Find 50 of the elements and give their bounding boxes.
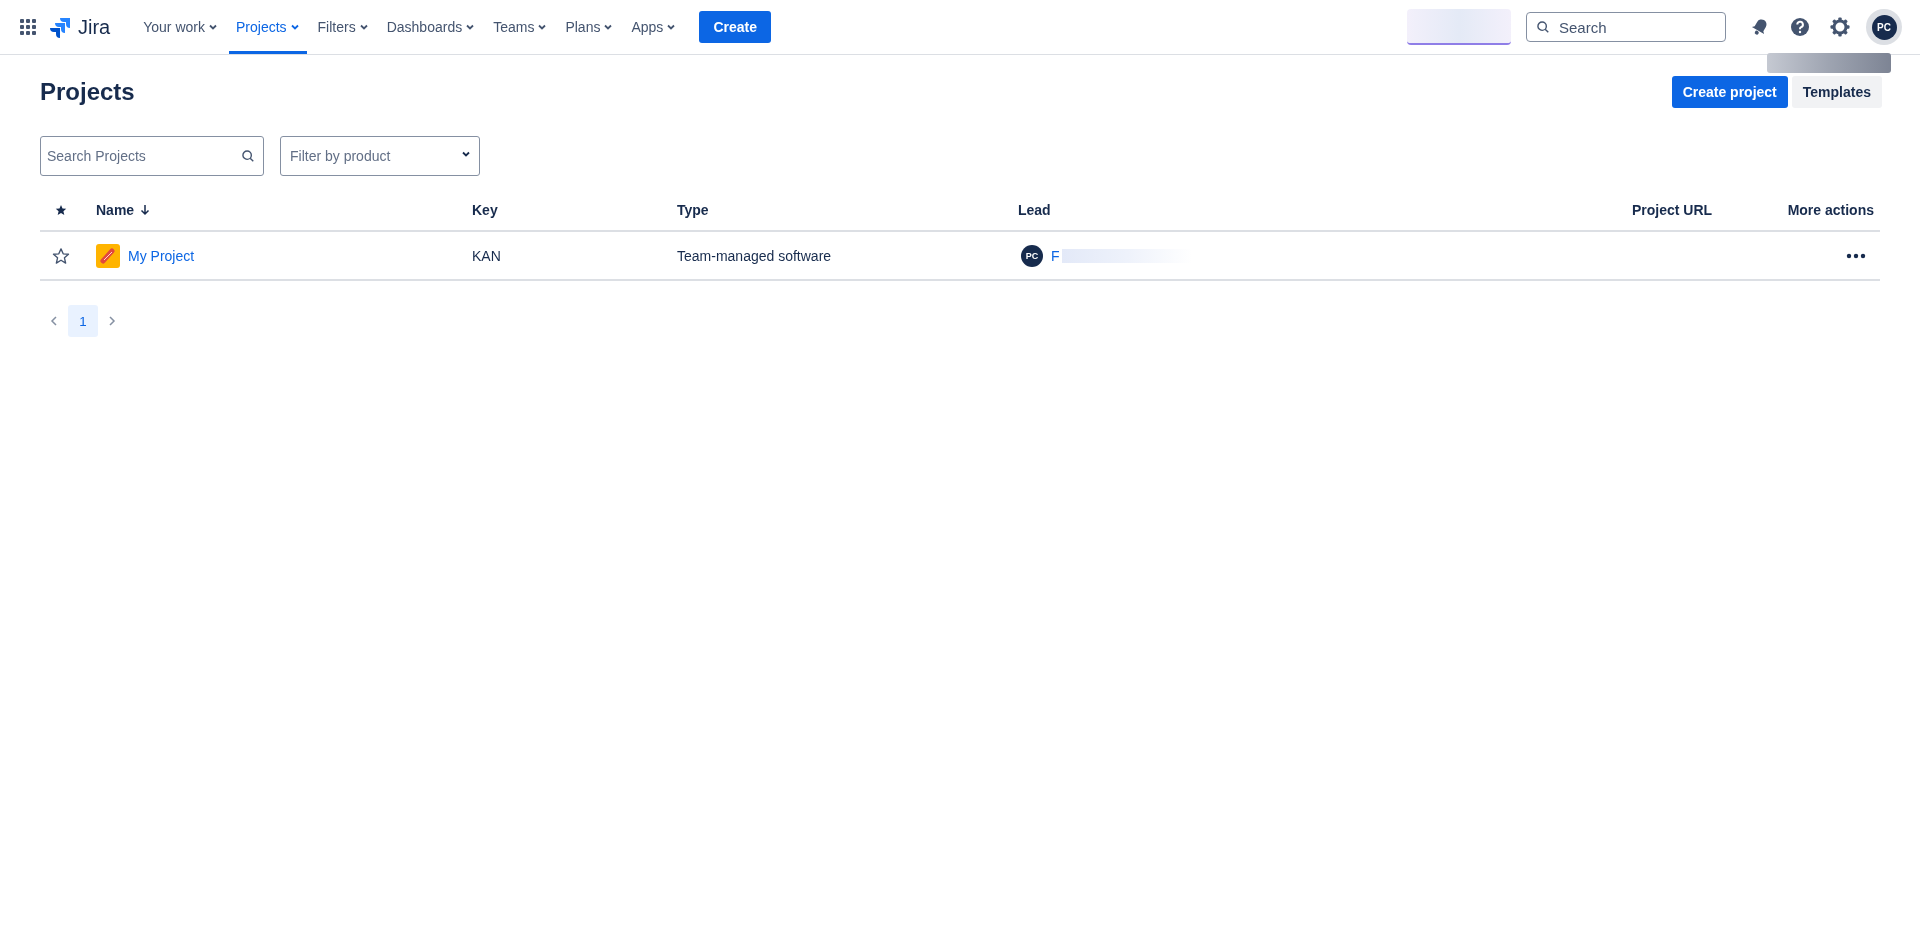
chevron-down-icon <box>358 22 369 32</box>
column-header: More actions <box>1787 202 1874 218</box>
logo-icon <box>50 16 72 38</box>
search-icon <box>1536 20 1550 34</box>
product-filter-dropdown[interactable]: Filter by product <box>280 136 480 176</box>
sort-down-icon[interactable] <box>140 204 151 216</box>
column-header: Key <box>472 202 499 218</box>
star-icon <box>55 204 67 216</box>
app-grid-icon[interactable] <box>20 19 36 35</box>
nav-tab[interactable]: Your work <box>136 0 225 54</box>
lead-avatar: PC <box>1021 244 1043 267</box>
chevron-left-icon[interactable] <box>48 315 60 327</box>
search-icon <box>241 149 255 163</box>
page-title: Projects <box>40 78 135 106</box>
search-field[interactable]: Search <box>1526 12 1726 42</box>
star-icon[interactable] <box>52 246 70 265</box>
chevron-down-icon <box>461 149 471 159</box>
chevron-right-icon[interactable] <box>106 315 118 327</box>
project-link[interactable]: My Project <box>128 247 195 264</box>
templates-button[interactable]: Templates <box>1791 76 1882 108</box>
chevron-down-icon <box>289 22 300 32</box>
search-field[interactable]: Search Projects <box>40 136 264 176</box>
create-project-button[interactable]: Create project <box>1671 76 1788 108</box>
column-header: Type <box>677 202 710 218</box>
nav-tab[interactable]: Projects <box>229 0 307 54</box>
nav-tab[interactable]: Apps <box>624 0 684 54</box>
chevron-down-icon <box>666 22 677 32</box>
chevron-down-icon <box>537 22 548 32</box>
nav-tab[interactable]: Plans <box>558 0 621 54</box>
column-header: Lead <box>1018 202 1052 218</box>
project-icon <box>96 243 120 268</box>
chevron-down-icon <box>603 22 614 32</box>
user-avatar[interactable]: PC <box>1866 9 1902 45</box>
lead-link[interactable]: F <box>1051 247 1060 264</box>
page-button[interactable]: 1 <box>68 305 98 337</box>
create-button[interactable]: Create <box>699 11 771 43</box>
nav-tab[interactable]: Dashboards <box>379 0 483 54</box>
nav-tab[interactable]: Filters <box>310 0 376 54</box>
nav-tab[interactable]: Teams <box>486 0 555 54</box>
blurred-button[interactable] <box>1407 9 1511 45</box>
chevron-down-icon <box>208 22 218 32</box>
chevron-down-icon <box>465 22 476 32</box>
column-header: Project URL <box>1632 202 1714 218</box>
more-icon <box>1846 252 1866 259</box>
table-cell-text: KAN <box>472 247 502 264</box>
settings-icon[interactable] <box>1830 17 1850 37</box>
table-cell-text: Team-managed software <box>677 247 833 264</box>
logo-text: Jira <box>78 15 111 39</box>
column-header[interactable]: Name <box>96 202 135 218</box>
help-icon[interactable] <box>1790 17 1810 37</box>
